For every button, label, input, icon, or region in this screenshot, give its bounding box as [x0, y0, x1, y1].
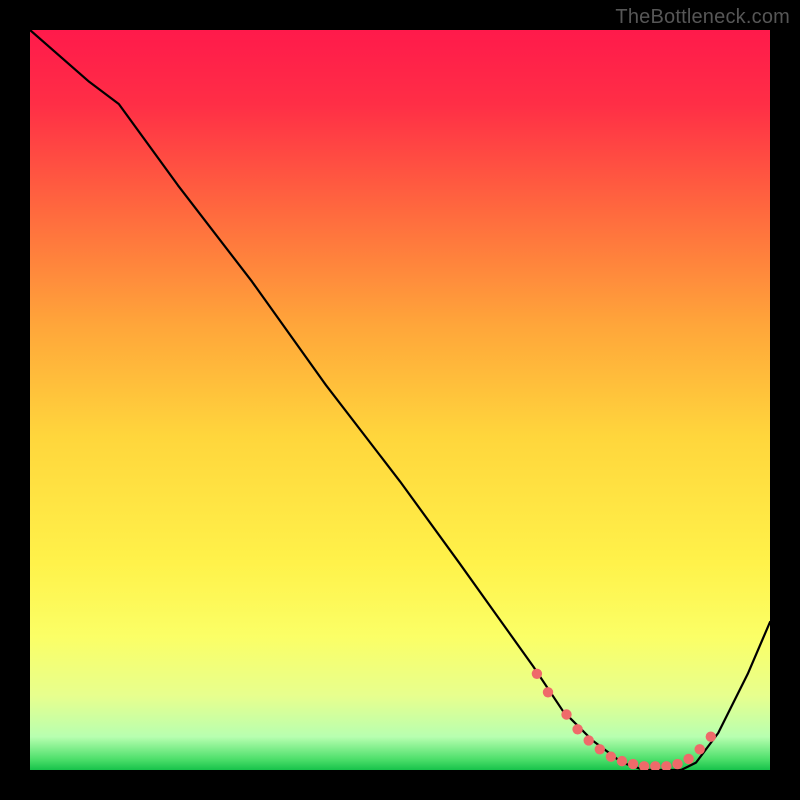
watermark-text: TheBottleneck.com [615, 6, 790, 29]
highlight-dot [532, 669, 542, 679]
highlight-dot [561, 709, 571, 719]
highlight-dot [695, 744, 705, 754]
bottleneck-curve [30, 30, 770, 770]
chart-frame: TheBottleneck.com [0, 0, 800, 800]
highlight-dot [543, 687, 553, 697]
highlight-dots-group [532, 669, 716, 770]
plot-area [30, 30, 770, 770]
highlight-dot [595, 744, 605, 754]
line-layer [30, 30, 770, 770]
highlight-dot [639, 761, 649, 770]
highlight-dot [706, 732, 716, 742]
highlight-dot [672, 759, 682, 769]
highlight-dot [584, 735, 594, 745]
highlight-dot [628, 759, 638, 769]
highlight-dot [617, 756, 627, 766]
highlight-dot [683, 754, 693, 764]
highlight-dot [572, 724, 582, 734]
highlight-dot [661, 761, 671, 770]
highlight-dot [606, 751, 616, 761]
highlight-dot [650, 761, 660, 770]
